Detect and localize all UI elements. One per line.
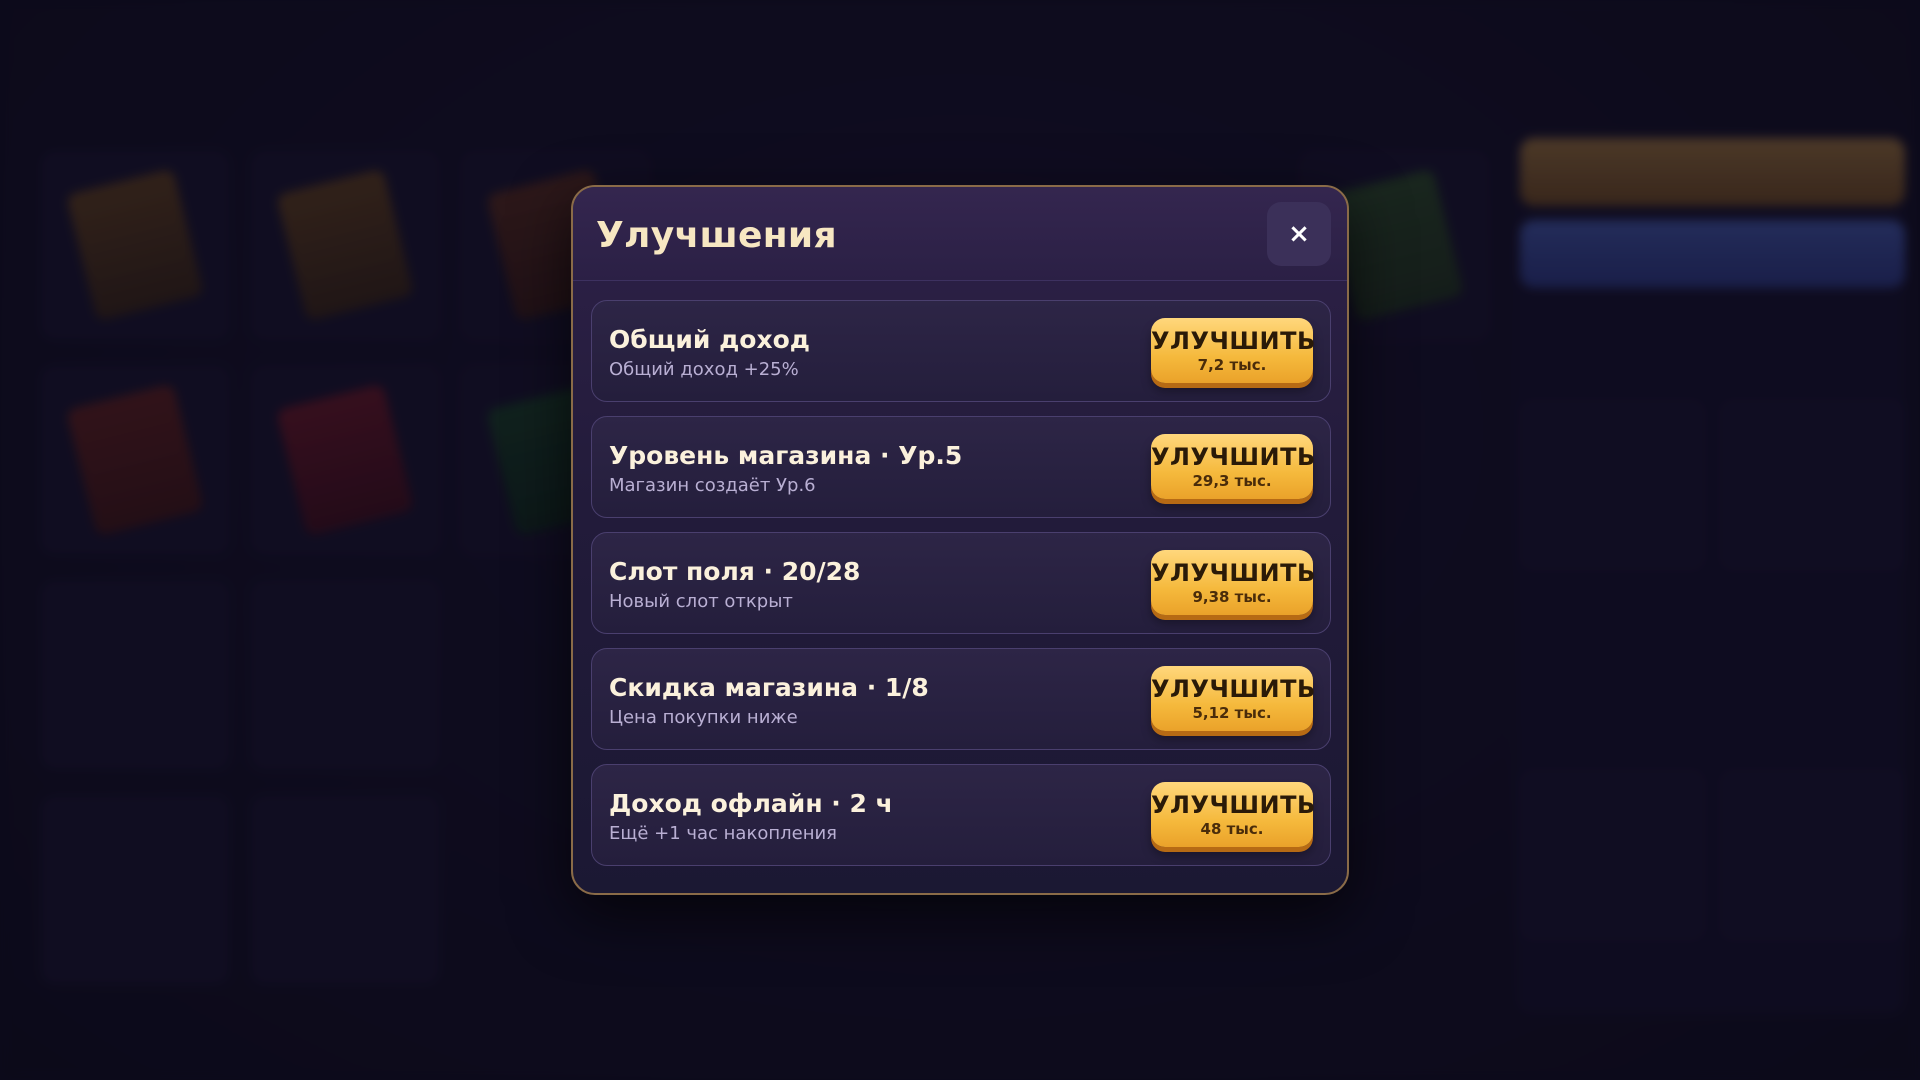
upgrade-title: Слот поля · 20/28: [609, 557, 861, 586]
upgrade-button-label: УЛУЧШИТЬ: [1151, 443, 1316, 471]
upgrade-cost: 5,12 тыс.: [1192, 704, 1272, 722]
upgrade-description: Цена покупки ниже: [609, 707, 798, 728]
upgrade-description: Магазин создаёт Ур.6: [609, 475, 816, 496]
close-button[interactable]: ×: [1267, 202, 1331, 266]
upgrade-button[interactable]: УЛУЧШИТЬ 7,2 тыс.: [1151, 318, 1316, 383]
upgrade-button-label: УЛУЧШИТЬ: [1151, 791, 1316, 819]
upgrade-row-total-income: Общий доход Общий доход +25% УЛУЧШИТЬ 7,…: [591, 300, 1331, 402]
upgrade-cost: 7,2 тыс.: [1197, 356, 1267, 374]
upgrade-title: Скидка магазина · 1/8: [609, 673, 929, 702]
close-icon: ×: [1288, 219, 1310, 249]
modal-title: Улучшения: [596, 215, 837, 256]
upgrade-title: Доход офлайн · 2 ч: [609, 789, 893, 818]
upgrade-button-label: УЛУЧШИТЬ: [1151, 327, 1316, 355]
upgrade-row-offline-income: Доход офлайн · 2 ч Ещё +1 час накопления…: [591, 764, 1331, 866]
upgrade-button[interactable]: УЛУЧШИТЬ 5,12 тыс.: [1151, 666, 1316, 731]
upgrade-row-shop-level: Уровень магазина · Ур.5 Магазин создаёт …: [591, 416, 1331, 518]
upgrade-button[interactable]: УЛУЧШИТЬ 48 тыс.: [1151, 782, 1316, 847]
upgrade-button[interactable]: УЛУЧШИТЬ 9,38 тыс.: [1151, 550, 1316, 615]
upgrade-cost: 48 тыс.: [1200, 820, 1264, 838]
upgrade-button-label: УЛУЧШИТЬ: [1151, 559, 1316, 587]
upgrade-title: Уровень магазина · Ур.5: [609, 441, 963, 470]
upgrade-title: Общий доход: [609, 325, 810, 354]
upgrade-cost: 9,38 тыс.: [1192, 588, 1272, 606]
upgrades-modal: Улучшения × Общий доход Общий доход +25%…: [571, 185, 1349, 895]
upgrade-row-field-slot: Слот поля · 20/28 Новый слот открыт УЛУЧ…: [591, 532, 1331, 634]
upgrade-cost: 29,3 тыс.: [1192, 472, 1272, 490]
upgrade-description: Новый слот открыт: [609, 591, 793, 612]
upgrade-list: Общий доход Общий доход +25% УЛУЧШИТЬ 7,…: [591, 300, 1331, 880]
upgrade-description: Общий доход +25%: [609, 359, 799, 380]
upgrade-button[interactable]: УЛУЧШИТЬ 29,3 тыс.: [1151, 434, 1316, 499]
upgrade-row-shop-discount: Скидка магазина · 1/8 Цена покупки ниже …: [591, 648, 1331, 750]
upgrade-description: Ещё +1 час накопления: [609, 823, 837, 844]
upgrade-button-label: УЛУЧШИТЬ: [1151, 675, 1316, 703]
modal-header: Улучшения ×: [573, 187, 1347, 281]
